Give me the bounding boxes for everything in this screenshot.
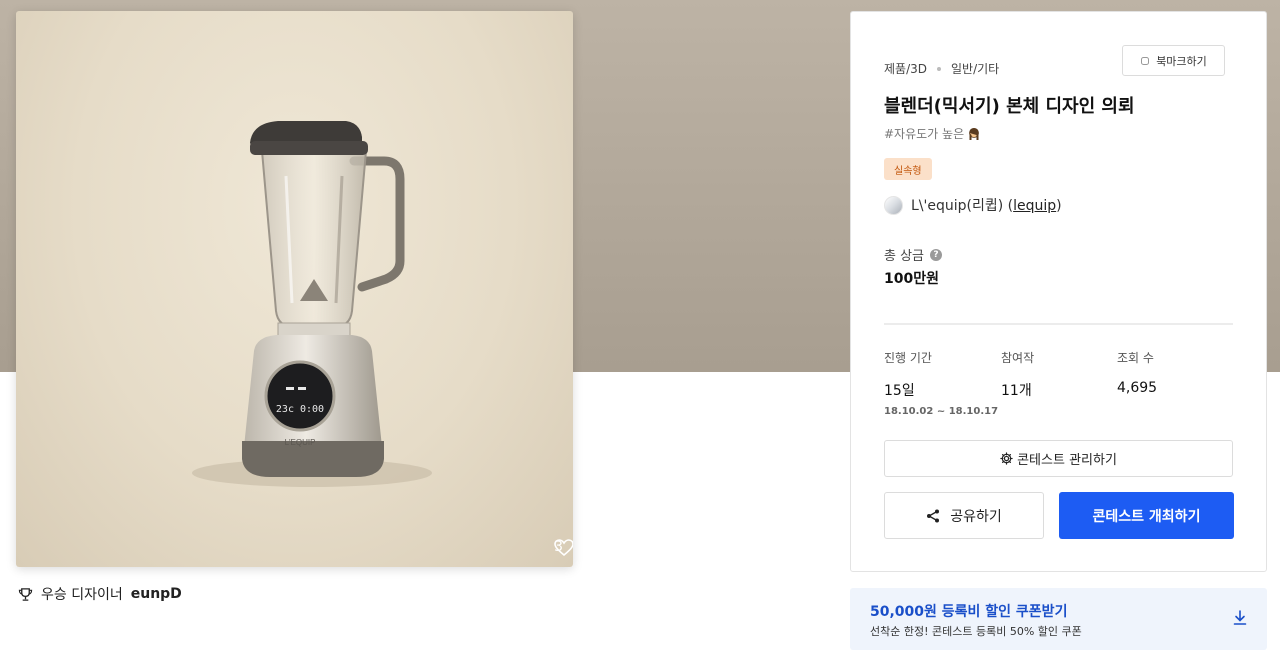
- share-label: 공유하기: [950, 508, 1002, 525]
- contest-image[interactable]: 23c 0:00 L'EQUIP 3: [16, 11, 573, 567]
- like-button[interactable]: 3: [554, 539, 573, 557]
- bookmark-icon: [1141, 56, 1150, 65]
- blender-display-text: 23c 0:00: [276, 404, 324, 415]
- contest-type-badge: 실속형: [884, 158, 932, 180]
- share-icon: [927, 509, 940, 522]
- period-label: 진행 기간: [884, 351, 932, 365]
- heart-icon: [554, 539, 573, 557]
- stat-period: 진행 기간 15일 18.10.02 ~ 18.10.17: [884, 349, 998, 417]
- contest-title: 블렌더(믹서기) 본체 디자인 의뢰: [884, 96, 1135, 117]
- prize-label: 총 상금 ?: [884, 245, 943, 264]
- coupon-title: 50,000원 등록비 할인 쿠폰받기: [870, 604, 1068, 620]
- views-value: 4,695: [1117, 380, 1158, 396]
- views-label: 조회 수: [1117, 351, 1154, 365]
- download-icon[interactable]: [1233, 610, 1247, 626]
- manage-contest-button[interactable]: 콘테스트 관리하기: [884, 440, 1233, 477]
- category-breadcrumb: 제품/3D 일반/기타: [884, 60, 999, 77]
- contest-hashtag: #자유도가 높은: [884, 125, 981, 142]
- participants-value: 11개: [1001, 383, 1032, 399]
- host-close: ): [1056, 198, 1062, 214]
- host-avatar[interactable]: [884, 195, 903, 215]
- category-link[interactable]: 제품/3D: [884, 60, 927, 77]
- bookmark-label: 북마크하기: [1156, 54, 1207, 68]
- coupon-banner[interactable]: 50,000원 등록비 할인 쿠폰받기 선착순 한정! 콘테스트 등록비 50%…: [850, 588, 1267, 650]
- winner-prefix: 우승 디자이너: [41, 587, 123, 603]
- winner-info: 우승 디자이너 eunpD: [18, 584, 182, 604]
- manage-label: 콘테스트 관리하기: [1017, 453, 1117, 468]
- category-separator: [937, 66, 941, 71]
- blender-illustration: 23c 0:00 L'EQUIP: [192, 121, 432, 487]
- contest-info-panel: 제품/3D 일반/기타 북마크하기 블렌더(믹서기) 본체 디자인 의뢰 #자유…: [850, 11, 1267, 572]
- host-contest-button[interactable]: 콘테스트 개최하기: [1059, 492, 1234, 539]
- host-profile-link[interactable]: lequip: [1013, 198, 1056, 214]
- help-icon[interactable]: ?: [930, 248, 943, 261]
- divider: [884, 323, 1233, 325]
- trophy-icon: [18, 587, 33, 601]
- prize-label-text: 총 상금: [884, 249, 925, 264]
- host-contest-label: 콘테스트 개최하기: [1092, 508, 1201, 525]
- emoji-icon: [969, 127, 980, 140]
- gear-icon: [1000, 452, 1013, 465]
- stat-views: 조회 수 4,695: [1117, 349, 1157, 396]
- hashtag-text: #자유도가 높은: [884, 127, 965, 141]
- host-name: L\'equip(리큅) (: [911, 198, 1014, 214]
- participants-label: 참여작: [1001, 351, 1035, 365]
- winner-name[interactable]: eunpD: [131, 586, 182, 602]
- subcategory-link[interactable]: 일반/기타: [951, 60, 999, 77]
- period-dates: 18.10.02 ~ 18.10.17: [884, 406, 999, 417]
- stat-participants: 참여작 11개: [1001, 349, 1034, 400]
- bookmark-button[interactable]: 북마크하기: [1122, 45, 1225, 76]
- contest-host: L\'equip(리큅) (lequip): [884, 195, 1062, 215]
- coupon-subtitle: 선착순 한정! 콘테스트 등록비 50% 할인 쿠폰: [870, 625, 1082, 638]
- blender-brand-text: L'EQUIP: [285, 438, 316, 447]
- prize-value: 100만원: [884, 271, 939, 287]
- period-value: 15일: [884, 383, 915, 399]
- share-button[interactable]: 공유하기: [884, 492, 1044, 539]
